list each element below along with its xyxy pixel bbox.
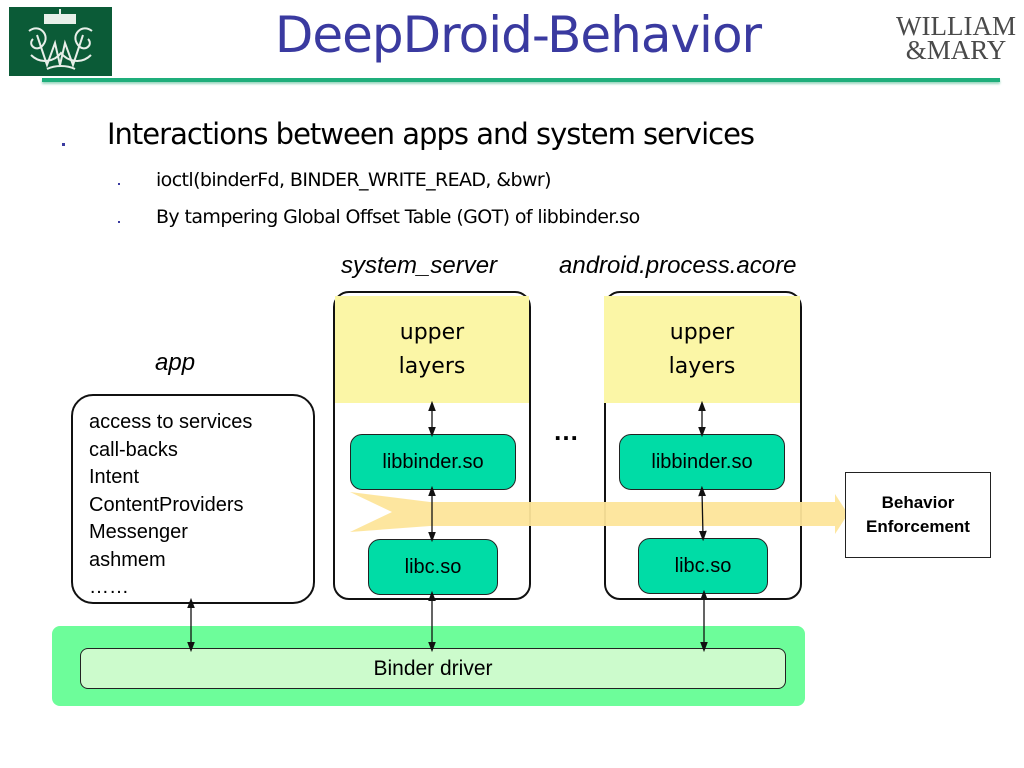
connector-layer [187, 400, 708, 653]
arrow-libbinder-libc-2 [698, 485, 707, 542]
